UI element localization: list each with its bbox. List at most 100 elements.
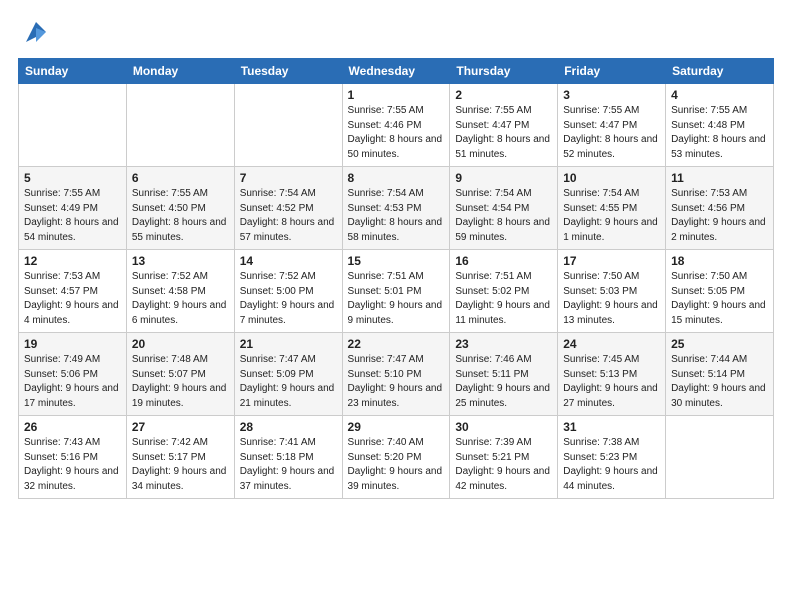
calendar-cell [666,416,774,499]
calendar-cell: 15 Sunrise: 7:51 AMSunset: 5:01 PMDayligh… [342,250,450,333]
calendar-table: SundayMondayTuesdayWednesdayThursdayFrid… [18,58,774,499]
cell-info: Sunrise: 7:52 AMSunset: 4:58 PMDaylight:… [132,270,229,328]
calendar-cell: 26 Sunrise: 7:43 AMSunset: 5:16 PMDayligh… [19,416,127,499]
day-number: 14 [240,254,337,268]
day-number: 16 [455,254,552,268]
day-number: 30 [455,420,552,434]
day-number: 23 [455,337,552,351]
calendar-cell: 4 Sunrise: 7:55 AMSunset: 4:48 PMDaylight… [666,84,774,167]
calendar-cell: 19 Sunrise: 7:49 AMSunset: 5:06 PMDayligh… [19,333,127,416]
calendar-cell: 20 Sunrise: 7:48 AMSunset: 5:07 PMDayligh… [126,333,234,416]
calendar-week-2: 5Sunrise: 7:55 AMSunset: 4:49 PMDaylight… [19,167,774,250]
cell-info: Sunrise: 7:50 AMSunset: 5:05 PMDaylight:… [671,270,768,328]
calendar-cell [19,84,127,167]
cell-info: Sunrise: 7:52 AMSunset: 5:00 PMDaylight:… [240,270,337,328]
cell-info: Sunrise: 7:43 AMSunset: 5:16 PMDaylight:… [24,436,121,494]
day-number: 10 [563,171,660,185]
day-number: 22 [348,337,445,351]
cell-info: Sunrise: 7:39 AMSunset: 5:21 PMDaylight:… [455,436,552,494]
weekday-header-friday: Friday [558,59,666,84]
weekday-header-sunday: Sunday [19,59,127,84]
day-number: 19 [24,337,121,351]
cell-info: Sunrise: 7:42 AMSunset: 5:17 PMDaylight:… [132,436,229,494]
calendar-cell: 6 Sunrise: 7:55 AMSunset: 4:50 PMDaylight… [126,167,234,250]
cell-info: Sunrise: 7:48 AMSunset: 5:07 PMDaylight:… [132,353,229,411]
calendar-cell: 30 Sunrise: 7:39 AMSunset: 5:21 PMDayligh… [450,416,558,499]
calendar-week-4: 19 Sunrise: 7:49 AMSunset: 5:06 PMDayligh… [19,333,774,416]
page: SundayMondayTuesdayWednesdayThursdayFrid… [0,0,792,612]
header [18,18,774,48]
calendar-cell: 14 Sunrise: 7:52 AMSunset: 5:00 PMDayligh… [234,250,342,333]
day-number: 29 [348,420,445,434]
calendar-cell: 7 Sunrise: 7:54 AMSunset: 4:52 PMDaylight… [234,167,342,250]
calendar-cell: 3Sunrise: 7:55 AMSunset: 4:47 PMDaylight… [558,84,666,167]
calendar-cell: 1 Sunrise: 7:55 AMSunset: 4:46 PMDaylight… [342,84,450,167]
calendar-cell: 25Sunrise: 7:44 AMSunset: 5:14 PMDayligh… [666,333,774,416]
weekday-header-tuesday: Tuesday [234,59,342,84]
weekday-header-wednesday: Wednesday [342,59,450,84]
cell-info: Sunrise: 7:55 AMSunset: 4:46 PMDaylight:… [348,104,445,162]
cell-info: Sunrise: 7:49 AMSunset: 5:06 PMDaylight:… [24,353,121,411]
calendar-cell [234,84,342,167]
calendar-week-1: 1 Sunrise: 7:55 AMSunset: 4:46 PMDaylight… [19,84,774,167]
calendar-cell: 10Sunrise: 7:54 AMSunset: 4:55 PMDayligh… [558,167,666,250]
day-number: 13 [132,254,229,268]
cell-info: Sunrise: 7:54 AMSunset: 4:52 PMDaylight:… [240,187,337,245]
cell-info: Sunrise: 7:47 AMSunset: 5:09 PMDaylight:… [240,353,337,411]
cell-info: Sunrise: 7:46 AMSunset: 5:11 PMDaylight:… [455,353,552,411]
calendar-cell: 21 Sunrise: 7:47 AMSunset: 5:09 PMDayligh… [234,333,342,416]
cell-info: Sunrise: 7:55 AMSunset: 4:47 PMDaylight:… [455,104,552,162]
day-number: 5 [24,171,121,185]
day-number: 2 [455,88,552,102]
cell-info: Sunrise: 7:55 AMSunset: 4:48 PMDaylight:… [671,104,768,162]
day-number: 15 [348,254,445,268]
calendar-cell: 24Sunrise: 7:45 AMSunset: 5:13 PMDayligh… [558,333,666,416]
weekday-header-saturday: Saturday [666,59,774,84]
calendar-cell: 8 Sunrise: 7:54 AMSunset: 4:53 PMDaylight… [342,167,450,250]
day-number: 12 [24,254,121,268]
calendar-cell: 22 Sunrise: 7:47 AMSunset: 5:10 PMDayligh… [342,333,450,416]
cell-info: Sunrise: 7:47 AMSunset: 5:10 PMDaylight:… [348,353,445,411]
calendar-cell: 2 Sunrise: 7:55 AMSunset: 4:47 PMDaylight… [450,84,558,167]
cell-info: Sunrise: 7:51 AMSunset: 5:02 PMDaylight:… [455,270,552,328]
day-number: 1 [348,88,445,102]
cell-info: Sunrise: 7:38 AMSunset: 5:23 PMDaylight:… [563,436,660,494]
day-number: 27 [132,420,229,434]
day-number: 21 [240,337,337,351]
calendar-cell: 12 Sunrise: 7:53 AMSunset: 4:57 PMDayligh… [19,250,127,333]
weekday-header-monday: Monday [126,59,234,84]
day-number: 20 [132,337,229,351]
calendar-cell: 28 Sunrise: 7:41 AMSunset: 5:18 PMDayligh… [234,416,342,499]
calendar-cell: 29 Sunrise: 7:40 AMSunset: 5:20 PMDayligh… [342,416,450,499]
day-number: 31 [563,420,660,434]
logo-icon [22,18,50,46]
weekday-header-thursday: Thursday [450,59,558,84]
day-number: 28 [240,420,337,434]
cell-info: Sunrise: 7:40 AMSunset: 5:20 PMDaylight:… [348,436,445,494]
calendar-cell: 16 Sunrise: 7:51 AMSunset: 5:02 PMDayligh… [450,250,558,333]
calendar-cell: 13 Sunrise: 7:52 AMSunset: 4:58 PMDayligh… [126,250,234,333]
day-number: 7 [240,171,337,185]
day-number: 17 [563,254,660,268]
cell-info: Sunrise: 7:50 AMSunset: 5:03 PMDaylight:… [563,270,660,328]
day-number: 11 [671,171,768,185]
cell-info: Sunrise: 7:45 AMSunset: 5:13 PMDaylight:… [563,353,660,411]
calendar-cell: 5Sunrise: 7:55 AMSunset: 4:49 PMDaylight… [19,167,127,250]
cell-info: Sunrise: 7:44 AMSunset: 5:14 PMDaylight:… [671,353,768,411]
cell-info: Sunrise: 7:55 AMSunset: 4:50 PMDaylight:… [132,187,229,245]
cell-info: Sunrise: 7:54 AMSunset: 4:54 PMDaylight:… [455,187,552,245]
day-number: 6 [132,171,229,185]
cell-info: Sunrise: 7:51 AMSunset: 5:01 PMDaylight:… [348,270,445,328]
cell-info: Sunrise: 7:53 AMSunset: 4:57 PMDaylight:… [24,270,121,328]
cell-info: Sunrise: 7:53 AMSunset: 4:56 PMDaylight:… [671,187,768,245]
cell-info: Sunrise: 7:41 AMSunset: 5:18 PMDaylight:… [240,436,337,494]
day-number: 3 [563,88,660,102]
cell-info: Sunrise: 7:54 AMSunset: 4:53 PMDaylight:… [348,187,445,245]
day-number: 8 [348,171,445,185]
logo [18,18,50,48]
day-number: 4 [671,88,768,102]
calendar-cell: 17 Sunrise: 7:50 AMSunset: 5:03 PMDayligh… [558,250,666,333]
day-number: 26 [24,420,121,434]
calendar-cell [126,84,234,167]
calendar-cell: 23 Sunrise: 7:46 AMSunset: 5:11 PMDayligh… [450,333,558,416]
